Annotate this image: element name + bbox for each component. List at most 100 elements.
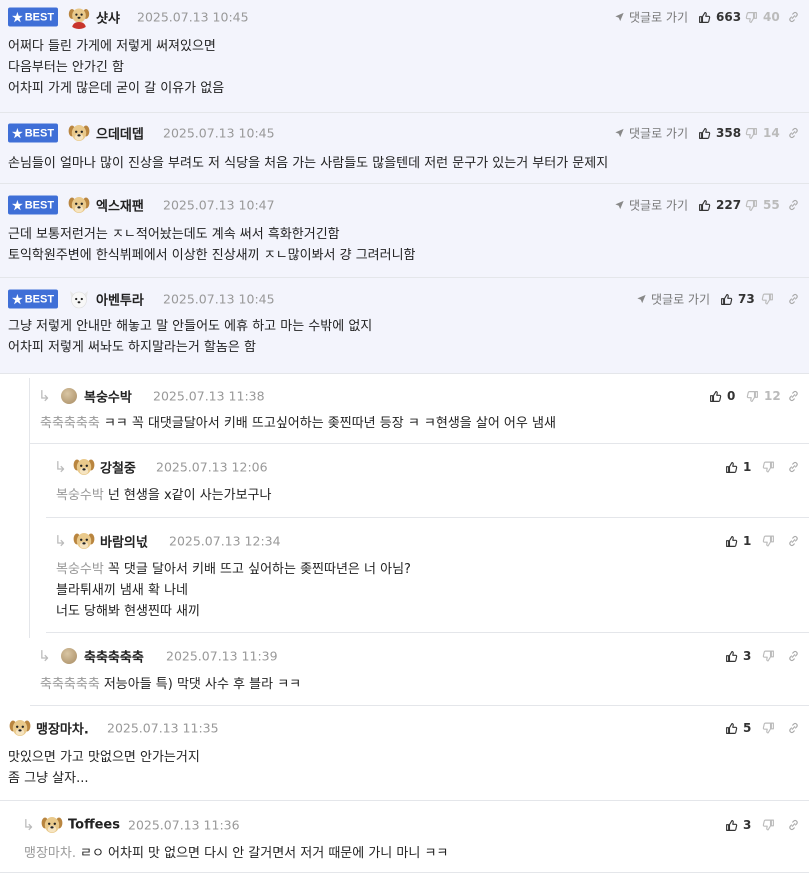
- reply-comment: ↳ 바람의넋 2025.07.13 12:34 1 복숭수박 꼭 댓글 달아서 키…: [46, 519, 809, 633]
- nickname[interactable]: 엑스재팬: [96, 196, 144, 215]
- like-button[interactable]: 227: [698, 198, 741, 212]
- comment-body: 축축축축축 ㅋㅋ 꼭 대댓글달아서 키배 뜨고싶어하는 좆찐따년 등장 ㅋ ㅋ현생…: [40, 416, 556, 431]
- send-arrow-icon: [614, 200, 625, 211]
- best-comment: ★ BEST 샷샤 2025.07.13 10:45 댓글로 가기 663 40 …: [0, 0, 809, 113]
- best-badge: ★ BEST: [8, 7, 58, 27]
- star-icon: ★: [11, 126, 23, 140]
- reply-arrow-icon: ↳: [38, 647, 51, 665]
- thumbs-down-icon: [761, 293, 774, 306]
- goto-reply-link[interactable]: 댓글로 가기: [614, 125, 688, 142]
- like-button[interactable]: 3: [725, 649, 751, 663]
- default-avatar-icon[interactable]: [61, 648, 77, 664]
- thumbs-down-icon: [745, 127, 758, 140]
- like-button[interactable]: 1: [725, 460, 751, 474]
- like-button[interactable]: 663: [698, 10, 741, 24]
- timestamp: 2025.07.13 11:35: [107, 720, 219, 736]
- best-badge: ★ BEST: [8, 289, 58, 309]
- best-badge: ★ BEST: [8, 123, 58, 143]
- comment-body: 복숭수박 꼭 댓글 달아서 키배 뜨고 싶어하는 좆찐따년은 너 아님? 블라튀새…: [56, 562, 411, 619]
- goto-reply-link[interactable]: 댓글로 가기: [614, 197, 688, 214]
- dislike-button[interactable]: 55: [745, 198, 780, 212]
- nickname[interactable]: 으데데뎁: [96, 124, 144, 143]
- nickname[interactable]: Toffees: [68, 818, 120, 833]
- dislike-button[interactable]: [762, 819, 775, 832]
- reply-thread: ↳ 복숭수박 2025.07.13 11:38 0 12 축축축축축 ㅋㅋ 꼭 대…: [0, 374, 809, 873]
- avatar-puppy-icon[interactable]: [67, 121, 91, 145]
- dislike-button[interactable]: [762, 722, 775, 735]
- timestamp: 2025.07.13 10:47: [163, 197, 275, 213]
- link-icon[interactable]: [787, 819, 800, 832]
- comment-body: 어쩌다 들린 가게에 저렇게 써져있으면 다음부터는 안가긴 함 어차피 가게 …: [8, 39, 225, 96]
- thumbs-up-icon: [720, 293, 733, 306]
- star-icon: ★: [11, 292, 23, 306]
- avatar-puppy-icon[interactable]: [72, 529, 96, 553]
- nickname[interactable]: 바람의넋: [100, 532, 148, 551]
- dislike-button[interactable]: [762, 650, 775, 663]
- nickname[interactable]: 맹장마차.: [36, 719, 89, 738]
- like-button[interactable]: 73: [720, 292, 755, 306]
- comment-body: 근데 보통저런거는 ㅈㄴ적어놨는데도 계속 써서 흑화한거긴함 토익학원주변에 …: [8, 227, 416, 263]
- link-icon[interactable]: [787, 535, 800, 548]
- like-button[interactable]: 3: [725, 818, 751, 832]
- best-badge: ★ BEST: [8, 195, 58, 215]
- dislike-button[interactable]: [761, 293, 779, 306]
- like-button[interactable]: 1: [725, 534, 751, 548]
- avatar-puppy-icon[interactable]: [67, 287, 91, 311]
- link-icon[interactable]: [787, 127, 800, 140]
- like-button[interactable]: 358: [698, 126, 741, 140]
- avatar-puppy-icon[interactable]: [8, 716, 32, 740]
- reply-comment: ↳ 복숭수박 2025.07.13 11:38 0 12 축축축축축 ㅋㅋ 꼭 대…: [30, 378, 809, 444]
- nickname[interactable]: 샷샤: [96, 8, 120, 27]
- mention[interactable]: 복숭수박: [56, 562, 104, 577]
- like-button[interactable]: 0: [709, 389, 735, 403]
- mention[interactable]: 복숭수박: [56, 488, 104, 503]
- timestamp: 2025.07.13 12:34: [169, 533, 281, 549]
- nickname[interactable]: 복숭수박: [84, 387, 132, 406]
- mention[interactable]: 맹장마차.: [24, 846, 76, 861]
- dislike-button[interactable]: [762, 461, 775, 474]
- nickname[interactable]: 축축축축축: [84, 647, 144, 666]
- comment-body: 복숭수박 넌 현생을 x같이 사는가보구나: [56, 488, 272, 503]
- link-icon[interactable]: [787, 199, 800, 212]
- dislike-button[interactable]: [762, 535, 775, 548]
- thumbs-up-icon: [725, 819, 738, 832]
- goto-reply-link[interactable]: 댓글로 가기: [636, 291, 710, 308]
- thumbs-down-icon: [762, 535, 775, 548]
- like-button[interactable]: 5: [725, 721, 751, 735]
- link-icon[interactable]: [787, 722, 800, 735]
- timestamp: 2025.07.13 11:39: [166, 648, 278, 664]
- comment-body: 축축축축축 저능아들 특) 막댓 사수 후 블라 ㅋㅋ: [40, 677, 302, 692]
- timestamp: 2025.07.13 10:45: [163, 291, 275, 307]
- goto-reply-link[interactable]: 댓글로 가기: [614, 9, 688, 26]
- timestamp: 2025.07.13 11:36: [128, 817, 240, 833]
- thumbs-down-icon: [745, 199, 758, 212]
- link-icon[interactable]: [787, 650, 800, 663]
- mention[interactable]: 축축축축축: [40, 416, 100, 431]
- nickname[interactable]: 아벤투라: [96, 290, 144, 309]
- nickname[interactable]: 강철중: [100, 458, 136, 477]
- link-icon[interactable]: [787, 461, 800, 474]
- timestamp: 2025.07.13 10:45: [163, 125, 275, 141]
- mention[interactable]: 축축축축축: [40, 677, 100, 692]
- avatar-puppy-icon[interactable]: [67, 5, 91, 29]
- comment-body: 맛있으면 가고 맛없으면 안가는거지 좀 그냥 살자...: [8, 750, 200, 786]
- reply-arrow-icon: ↳: [54, 532, 67, 550]
- thumbs-up-icon: [698, 199, 711, 212]
- link-icon[interactable]: [787, 11, 800, 24]
- timestamp: 2025.07.13 12:06: [156, 459, 268, 475]
- dislike-button[interactable]: 12: [746, 389, 781, 403]
- dislike-button[interactable]: 14: [745, 126, 780, 140]
- avatar-puppy-icon[interactable]: [40, 813, 64, 837]
- reply-arrow-icon: ↳: [54, 458, 67, 476]
- link-icon[interactable]: [787, 390, 800, 403]
- reply-arrow-icon: ↳: [38, 387, 51, 405]
- link-icon[interactable]: [787, 293, 800, 306]
- thumbs-up-icon: [725, 722, 738, 735]
- default-avatar-icon[interactable]: [61, 388, 77, 404]
- avatar-puppy-icon[interactable]: [72, 455, 96, 479]
- reply-comment: ↳ Toffees 2025.07.13 11:36 3 맹장마차. ㄹㅇ 어차피…: [0, 802, 809, 873]
- star-icon: ★: [11, 10, 23, 24]
- star-icon: ★: [11, 198, 23, 212]
- avatar-puppy-icon[interactable]: [67, 193, 91, 217]
- dislike-button[interactable]: 40: [745, 10, 780, 24]
